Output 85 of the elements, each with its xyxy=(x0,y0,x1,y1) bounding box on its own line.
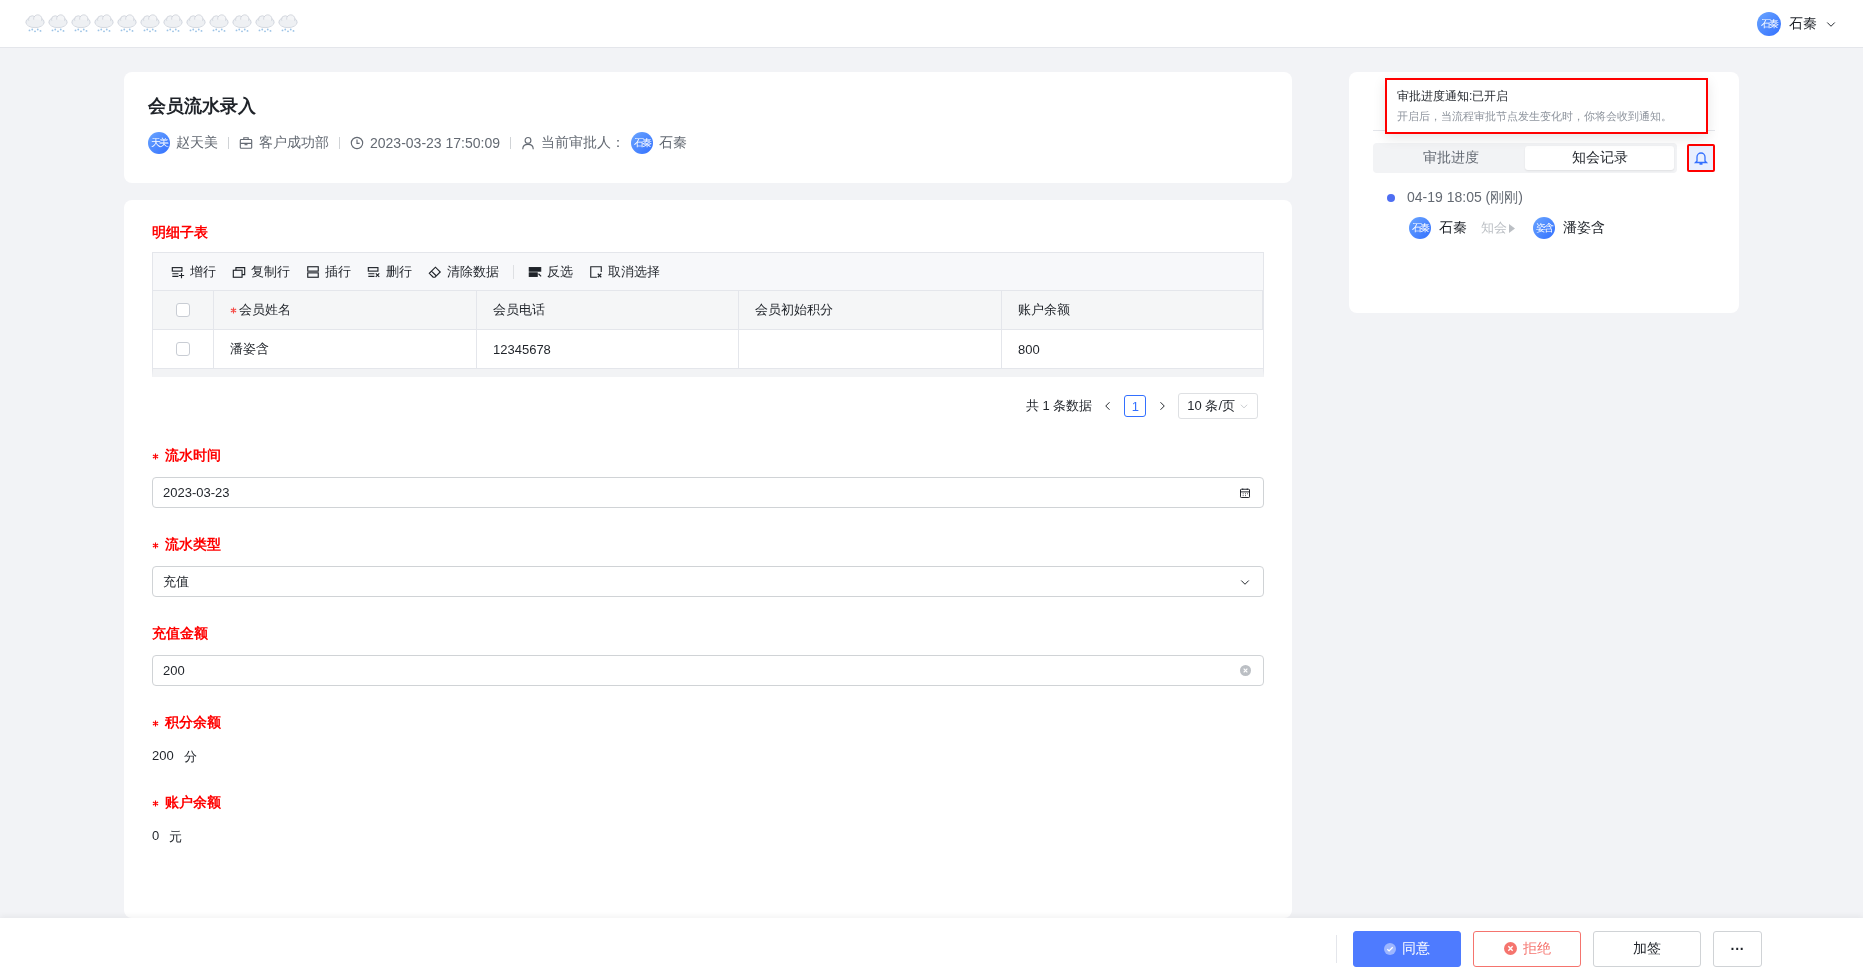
meta-text: 赵天美 xyxy=(176,134,218,152)
avatar: 石秦 xyxy=(631,132,653,154)
unit-label: 元 xyxy=(169,828,183,846)
person-name: 石秦 xyxy=(1439,219,1467,237)
clear-icon xyxy=(1240,665,1251,676)
cloud-rain-icon xyxy=(208,12,230,35)
page-size-select[interactable]: 10 条/页 xyxy=(1178,393,1258,419)
tab[interactable]: 知会记录 xyxy=(1525,146,1674,170)
avatar: 姿含 xyxy=(1533,217,1555,239)
tooltip-title: 审批进度通知:已开启 xyxy=(1397,88,1510,105)
user-icon xyxy=(521,136,535,150)
field-value: 200 xyxy=(152,748,174,765)
cloud-rain-icon xyxy=(47,12,69,35)
field-label: 账户余额 xyxy=(165,794,221,812)
column-header: 会员初始积分 xyxy=(739,291,1002,330)
field-label: 积分余额 xyxy=(165,714,221,732)
check-icon xyxy=(1384,942,1396,955)
unit-label: 分 xyxy=(183,748,197,766)
caret-right-icon xyxy=(1509,223,1515,233)
toolbar-button[interactable]: 取消选择 xyxy=(581,262,668,281)
avatar: 天美 xyxy=(148,132,170,154)
table-cell: 800 xyxy=(1002,330,1263,369)
section-title: 明细子表 xyxy=(152,224,209,242)
page-button[interactable]: 1 xyxy=(1124,395,1147,417)
field-label: 流水时间 xyxy=(165,447,221,465)
calendar-icon xyxy=(1239,486,1251,499)
avatar: 石秦 xyxy=(1409,217,1431,239)
action-label: 知会 xyxy=(1481,219,1507,237)
cloud-rain-icon xyxy=(162,12,184,35)
bell-icon xyxy=(1693,150,1709,166)
checkbox[interactable] xyxy=(176,342,190,356)
form-title: 会员流水录入 xyxy=(148,95,257,118)
input-field[interactable]: 200 xyxy=(152,655,1264,686)
checkbox[interactable] xyxy=(176,303,190,317)
insert-row-icon xyxy=(306,264,320,279)
toolbar-button[interactable]: 清除数据 xyxy=(420,262,507,281)
field-label: 充值金额 xyxy=(152,625,208,643)
column-header: 会员姓名 xyxy=(214,291,477,330)
more-button[interactable]: ··· xyxy=(1713,930,1762,967)
avatar: 石秦 xyxy=(1757,11,1781,36)
toolbar-button[interactable]: 反选 xyxy=(520,262,581,281)
meta-label: 当前审批人： xyxy=(541,134,625,152)
cloud-rain-icon xyxy=(93,12,115,35)
clock-icon xyxy=(350,136,364,150)
cloud-rain-icon xyxy=(231,12,253,35)
close-icon xyxy=(1503,942,1517,955)
cloud-rain-icon xyxy=(24,12,46,35)
cloud-rain-icon xyxy=(254,12,276,35)
notification-button[interactable] xyxy=(1687,144,1715,172)
cloud-rain-icon xyxy=(139,12,161,35)
column-header: 会员电话 xyxy=(477,291,739,330)
field-value: 0 xyxy=(152,828,160,845)
meta-text: 2023-03-23 17:50:09 xyxy=(370,135,500,151)
cloud-rain-icon xyxy=(185,12,207,35)
date-field[interactable]: 2023-03-23 xyxy=(152,477,1264,508)
delete-row-icon xyxy=(367,264,381,279)
field-label: 流水类型 xyxy=(165,536,221,554)
user-name[interactable]: 石秦 xyxy=(1789,14,1817,33)
select-field[interactable]: 充值 xyxy=(152,566,1264,597)
timeline-dot xyxy=(1387,194,1395,202)
table-cell: 潘姿含 xyxy=(214,330,477,369)
approve-button[interactable]: 同意 xyxy=(1353,930,1461,967)
total-count: 共 1 条数据 xyxy=(1025,397,1093,415)
column-header: 账户余额 xyxy=(1002,291,1263,330)
toolbar-button[interactable]: 复制行 xyxy=(224,262,298,281)
table-cell: 12345678 xyxy=(477,330,739,369)
tab[interactable]: 审批进度 xyxy=(1376,146,1525,170)
add-signer-button[interactable]: 加签 xyxy=(1593,930,1701,967)
toolbar-button[interactable]: 插行 xyxy=(298,262,359,281)
toolbar-button[interactable]: 删行 xyxy=(359,262,420,281)
cloud-rain-icon xyxy=(277,12,299,35)
toolbar-button[interactable]: 增行 xyxy=(163,262,224,281)
meta-text: 客户成功部 xyxy=(259,134,329,152)
timeline-time: 04-19 18:05 (刚刚) xyxy=(1407,189,1523,207)
tooltip-text: 开启后，当流程审批节点发生变化时，你将会收到通知。 xyxy=(1397,109,1673,124)
briefcase-icon xyxy=(239,136,253,150)
add-row-icon xyxy=(171,264,185,279)
eraser-icon xyxy=(428,264,442,279)
deselect-icon xyxy=(589,264,603,279)
cloud-rain-icon xyxy=(116,12,138,35)
cloud-rain-icon xyxy=(70,12,92,35)
meta-text: 石秦 xyxy=(659,134,687,152)
person-name: 潘姿含 xyxy=(1563,219,1605,237)
copy-icon xyxy=(232,264,246,279)
invert-selection-icon xyxy=(528,264,542,279)
